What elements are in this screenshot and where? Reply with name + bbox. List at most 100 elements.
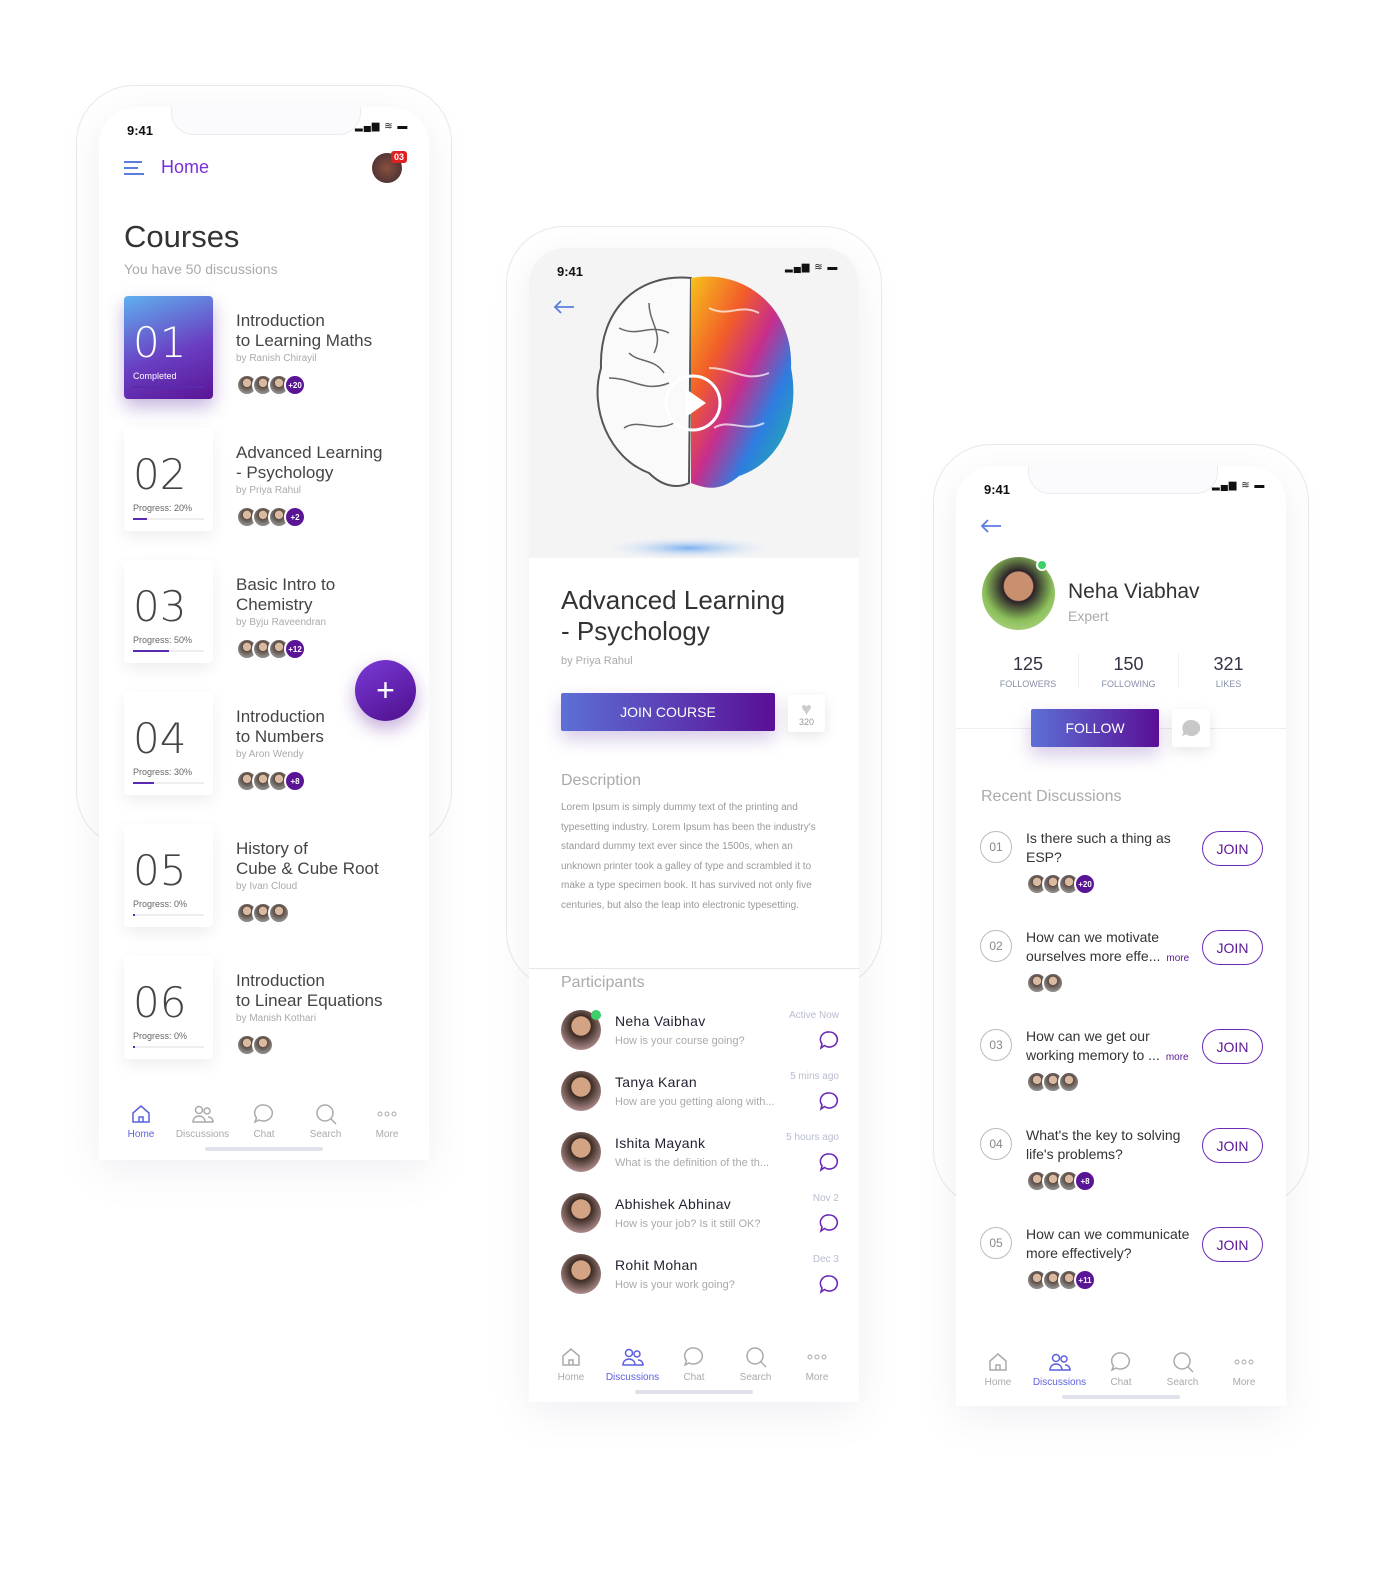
- like-button[interactable]: ♥ 320: [788, 695, 825, 732]
- participant-row[interactable]: Abhishek Abhinav How is your job? Is it s…: [561, 1193, 839, 1243]
- progress-bar: [133, 518, 204, 520]
- status-icons: ▂▄▆ ≋ ▬: [785, 262, 839, 273]
- search-icon: [1172, 1352, 1194, 1373]
- nav-chat[interactable]: Chat: [234, 1102, 294, 1140]
- course-title[interactable]: Advanced Learning - Psychology: [236, 443, 406, 483]
- message-button[interactable]: [1172, 709, 1210, 747]
- nav-chat[interactable]: Chat: [1091, 1350, 1151, 1388]
- course-title[interactable]: Introduction to Learning Maths: [236, 311, 406, 351]
- nav-home[interactable]: Home: [541, 1345, 601, 1383]
- users-icon: [1048, 1353, 1071, 1371]
- bottom-nav: Home Discussions Chat Search More: [968, 1350, 1274, 1388]
- nav-more[interactable]: More: [1214, 1350, 1274, 1388]
- progress-fill: [133, 1046, 136, 1048]
- nav-discussions[interactable]: Discussions: [173, 1102, 233, 1140]
- profile-screen: 9:41 ▂▄▆ ≋ ▬ Neha Viabhav Expert 125 FOLL…: [956, 466, 1286, 1406]
- participant-row[interactable]: Rohit Mohan How is your work going? Dec 3: [561, 1254, 839, 1304]
- progress-bar: [133, 914, 204, 916]
- nav-home[interactable]: Home: [111, 1102, 171, 1140]
- discussion-item: 03 How can we get our working memory to .…: [980, 1028, 1263, 1109]
- participant-message: How is your job? Is it still OK?: [615, 1218, 761, 1230]
- participant-avatars: +12: [236, 638, 306, 660]
- chat-button[interactable]: [819, 1030, 839, 1050]
- course-title[interactable]: History of Cube & Cube Root: [236, 839, 406, 879]
- join-discussion-button[interactable]: JOIN: [1202, 831, 1263, 866]
- menu-icon[interactable]: [123, 160, 145, 176]
- nav-label: Home: [557, 1372, 585, 1383]
- discussion-number: 02: [980, 930, 1012, 962]
- home-icon: [132, 1105, 150, 1123]
- nav-home[interactable]: Home: [968, 1350, 1028, 1388]
- online-indicator: [591, 1010, 601, 1020]
- join-discussion-button[interactable]: JOIN: [1202, 1029, 1263, 1064]
- progress-bar: [133, 650, 204, 652]
- join-discussion-button[interactable]: JOIN: [1202, 1227, 1263, 1262]
- chat-icon: [819, 1153, 839, 1172]
- course-title-line1: Advanced Learning: [236, 443, 383, 462]
- nav-more[interactable]: More: [787, 1345, 847, 1383]
- course-number-card[interactable]: 01 Completed: [124, 296, 213, 399]
- course-title[interactable]: Basic Intro to Chemistry: [236, 575, 406, 615]
- course-title-line1: Advanced Learning: [561, 585, 786, 615]
- home-icon: [562, 1348, 580, 1366]
- chat-button[interactable]: [819, 1091, 839, 1111]
- join-discussion-button[interactable]: JOIN: [1202, 930, 1263, 965]
- nav-label: Search: [309, 1129, 342, 1140]
- nav-more[interactable]: More: [357, 1102, 417, 1140]
- nav-search[interactable]: Search: [1153, 1350, 1213, 1388]
- course-number-card[interactable]: 05 Progress: 0%: [124, 824, 213, 927]
- chat-bubble-icon: [1182, 719, 1201, 736]
- follow-button[interactable]: FOLLOW: [1031, 709, 1159, 747]
- add-course-button[interactable]: +: [355, 660, 416, 721]
- course-number-card[interactable]: 06 Progress: 0%: [124, 956, 213, 1059]
- back-arrow-icon[interactable]: [553, 300, 575, 314]
- more-icon: [377, 1111, 397, 1117]
- discussion-text: How can we communicate more effectively?: [1026, 1226, 1190, 1261]
- nav-discussions[interactable]: Discussions: [1030, 1350, 1090, 1388]
- progress-bar: [133, 1046, 204, 1048]
- course-number: 04: [133, 714, 187, 763]
- course-title[interactable]: Introduction to Linear Equations: [236, 971, 406, 1011]
- course-progress-label: Progress: 0%: [133, 899, 188, 909]
- course-number-card[interactable]: 03 Progress: 50%: [124, 560, 213, 663]
- discussion-item: 04 What's the key to solving life's probl…: [980, 1127, 1263, 1208]
- nav-label: Home: [984, 1377, 1012, 1388]
- nav-label: More: [375, 1129, 399, 1140]
- chat-button[interactable]: [819, 1213, 839, 1233]
- participant-avatars: +8: [1026, 1170, 1096, 1192]
- participant-row[interactable]: Neha Vaibhav How is your course going? Act…: [561, 1010, 839, 1060]
- progress-fill: [133, 782, 155, 784]
- discussion-text: Is there such a thing as ESP?: [1026, 830, 1171, 865]
- join-course-button[interactable]: JOIN COURSE: [561, 693, 775, 731]
- progress-bar: [133, 386, 204, 388]
- course-title-line2: - Psychology: [561, 616, 710, 646]
- chat-button[interactable]: [819, 1152, 839, 1172]
- course-number-card[interactable]: 02 Progress: 20%: [124, 428, 213, 531]
- course-author: by Aron Wendy: [236, 749, 304, 760]
- course-detail-screen: 9:41 ▂▄▆ ≋ ▬ Advanced Learning - Psycholo…: [529, 248, 859, 1402]
- more-link[interactable]: more: [1166, 953, 1189, 964]
- like-count: 320: [798, 716, 815, 727]
- more-icon: [1234, 1359, 1254, 1365]
- users-icon: [621, 1348, 644, 1366]
- more-link[interactable]: more: [1166, 1052, 1189, 1063]
- discussion-text: What's the key to solving life's problem…: [1026, 1127, 1181, 1162]
- nav-chat[interactable]: Chat: [664, 1345, 724, 1383]
- course-video[interactable]: [529, 248, 859, 560]
- participant-avatars: [236, 902, 290, 924]
- participant-row[interactable]: Tanya Karan How are you getting along wit…: [561, 1071, 839, 1121]
- course-author: by Priya Rahul: [561, 655, 633, 667]
- nav-search[interactable]: Search: [296, 1102, 356, 1140]
- chat-button[interactable]: [819, 1274, 839, 1294]
- nav-search[interactable]: Search: [726, 1345, 786, 1383]
- home-indicator: [205, 1147, 323, 1151]
- back-arrow-icon[interactable]: [980, 519, 1002, 533]
- participant-message: How are you getting along with...: [615, 1096, 775, 1108]
- nav-label: More: [1232, 1377, 1256, 1388]
- course-title-line1: Introduction: [236, 311, 325, 330]
- nav-discussions[interactable]: Discussions: [603, 1345, 663, 1383]
- heart-icon: ♥: [801, 698, 812, 719]
- participant-row[interactable]: Ishita Mayank What is the definition of t…: [561, 1132, 839, 1182]
- join-discussion-button[interactable]: JOIN: [1202, 1128, 1263, 1163]
- course-number-card[interactable]: 04 Progress: 30%: [124, 692, 213, 795]
